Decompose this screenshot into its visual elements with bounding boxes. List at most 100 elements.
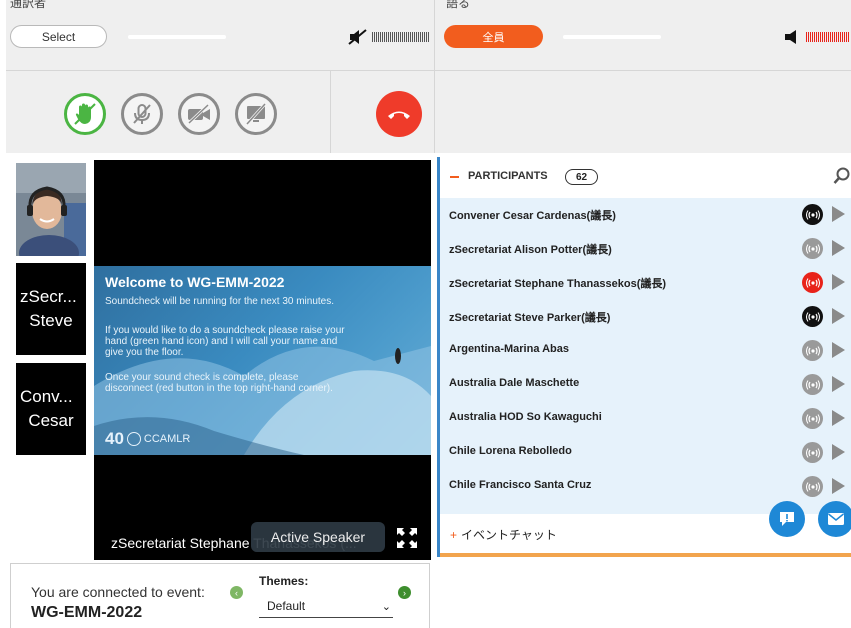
audio-broadcast-icon[interactable] [802,272,823,293]
hang-up-icon [388,111,410,119]
participant-name: zSecretariat Alison Potter(議長) [449,244,612,256]
chevron-down-icon: ⌄ [381,601,391,613]
participant-name: Chile Lorena Rebolledo [449,445,572,457]
event-chat-label: + イベントチャット [450,526,557,543]
shared-slide: Welcome to WG-EMM-2022 Soundcheck will b… [94,266,431,455]
raise-hand-button[interactable] [64,93,106,135]
self-webcam-video[interactable] [16,163,86,256]
mute-mic-button[interactable] [121,93,163,135]
speaker-muted-icon[interactable] [348,29,368,45]
ccamlr-logo: 40 CCAMLR [105,429,190,449]
participant-name: zSecretariat Stephane Thanassekos(議長) [449,278,667,290]
participant-name: Australia HOD So Kawaguchi [449,411,602,423]
raise-hand-icon [74,103,96,125]
audio-broadcast-icon[interactable] [802,408,823,429]
panel-accent-line [440,553,851,557]
send-arrow-icon[interactable] [832,376,845,392]
participants-panel: PARTICIPANTS 62 Convener Cesar Cardenas(… [437,157,851,557]
participant-name: Convener Cesar Cardenas(議長) [449,210,616,222]
participant-row[interactable]: Argentina-Marina Abas [440,334,851,368]
slide-paragraph: Once your sound check is complete, pleas… [105,372,333,394]
themes-select[interactable]: Default ⌄ [259,595,393,618]
participants-header[interactable]: PARTICIPANTS 62 [440,157,851,198]
send-arrow-icon[interactable] [832,206,845,222]
message-alert-icon [780,512,794,526]
previous-arrow-icon[interactable]: ‹ [230,586,243,599]
participant-row[interactable]: Australia HOD So Kawaguchi [440,402,851,436]
participant-tile[interactable]: zSecr... Steve [16,263,86,355]
participant-name: Argentina-Marina Abas [449,343,570,355]
participants-count-badge: 62 [565,169,598,185]
mic-muted-icon [133,104,151,124]
participant-name: Australia Dale Maschette [449,377,580,389]
audio-level-meter [806,32,849,42]
audio-broadcast-icon[interactable] [802,340,823,361]
logo-globe-icon [126,432,141,446]
tile-name-short: zSecr... [20,287,77,306]
audio-broadcast-icon[interactable] [802,374,823,395]
envelope-icon [828,513,844,525]
audio-broadcast-icon[interactable] [802,306,823,327]
logo-text: CCAMLR [143,433,191,445]
tile-first-name: Steve [29,311,73,330]
participant-name: zSecretariat Steve Parker(議長) [449,312,611,324]
slide-paragraph: Soundcheck will be running for the next … [105,296,335,307]
hang-up-button[interactable] [376,91,422,137]
all-channel-button[interactable]: 全員 [444,25,543,48]
participant-row[interactable]: zSecretariat Steve Parker(議長) [440,300,851,334]
send-arrow-icon[interactable] [832,274,845,290]
send-arrow-icon[interactable] [832,308,845,324]
participant-row[interactable]: zSecretariat Stephane Thanassekos(議長) [440,266,851,300]
participant-row[interactable]: zSecretariat Alison Potter(議長) [440,232,851,266]
feedback-button[interactable] [769,501,805,537]
participant-row[interactable]: Australia Dale Maschette [440,368,851,402]
volume-slider[interactable] [563,35,661,39]
panel-divider [434,0,435,153]
send-arrow-icon[interactable] [832,478,845,494]
audio-broadcast-icon[interactable] [802,238,823,259]
participant-row[interactable]: Chile Francisco Santa Cruz [440,470,851,504]
interpreter-label: 通訳者 [10,0,47,10]
expand-icon[interactable]: + [450,528,457,542]
slide-title: Welcome to WG-EMM-2022 [105,274,285,290]
panel-divider [330,71,331,153]
screen-share-off-icon [245,102,267,126]
messages-button[interactable] [818,501,851,537]
fullscreen-icon[interactable] [396,527,418,549]
select-channel-button[interactable]: Select [10,25,107,48]
screen-share-button[interactable] [235,93,277,135]
speak-label: 語る [446,0,471,10]
participant-tile[interactable]: Conv... Cesar [16,363,86,455]
next-arrow-icon[interactable]: › [398,586,411,599]
camera-toggle-button[interactable] [178,93,220,135]
collapse-icon[interactable] [450,176,459,178]
connected-label: You are connected to event: [31,584,205,600]
audio-broadcast-icon[interactable] [802,442,823,463]
participant-name: Chile Francisco Santa Cruz [449,479,592,491]
logo-number: 40 [105,429,124,448]
search-icon[interactable] [833,167,851,185]
send-arrow-icon[interactable] [832,342,845,358]
send-arrow-icon[interactable] [832,240,845,256]
slide-paragraph: If you would like to do a soundcheck ple… [105,325,345,358]
event-info-box: You are connected to event: ‹ WG-EMM-202… [10,563,430,628]
audio-broadcast-icon[interactable] [802,204,823,225]
participant-row[interactable]: Convener Cesar Cardenas(議長) [440,198,851,232]
audio-broadcast-icon[interactable] [802,476,823,497]
audio-level-meter [372,32,429,42]
participant-row[interactable]: Chile Lorena Rebolledo [440,436,851,470]
send-arrow-icon[interactable] [832,410,845,426]
iceberg-background-image [94,346,431,455]
participants-title: PARTICIPANTS [468,170,548,182]
event-chat-text: イベントチャット [461,528,557,542]
panel-divider [6,70,851,71]
tile-name-short: Conv... [20,387,73,406]
send-arrow-icon[interactable] [832,444,845,460]
tile-first-name: Cesar [28,411,74,430]
webcam-person-image [16,163,86,256]
active-speaker-button[interactable]: Active Speaker [251,522,385,552]
camera-off-icon [187,103,210,125]
speaker-icon[interactable] [784,29,800,45]
themes-label: Themes: [259,574,309,588]
volume-slider[interactable] [128,35,226,39]
